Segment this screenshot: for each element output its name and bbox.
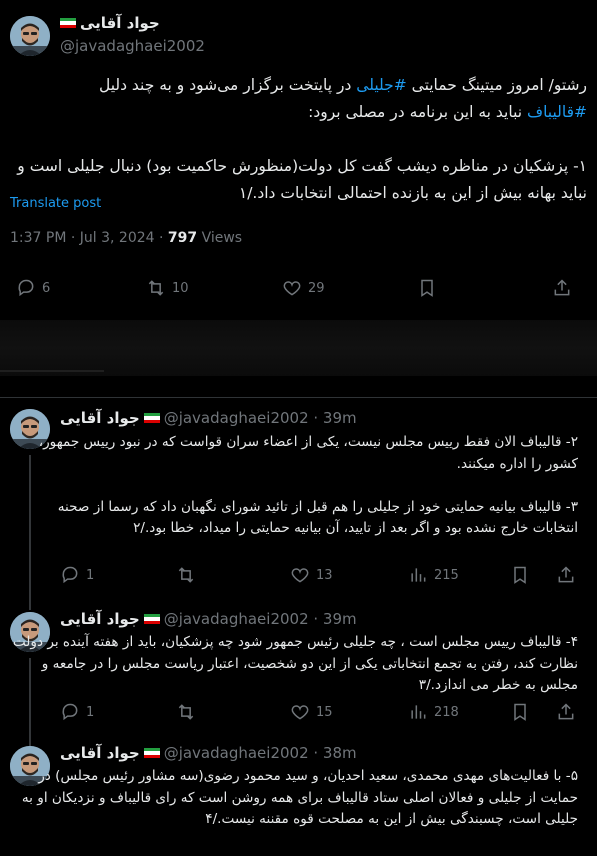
author-handle-time[interactable]: @javadaghaei2002 · 39m [164,610,357,628]
tweet-meta: 1:37 PM · Jul 3, 2024 · 797 Views [10,230,242,246]
author-name[interactable]: جواد آقایی [60,409,140,427]
like-button[interactable]: 29 [282,278,325,298]
share-icon [554,279,570,296]
bookmark-icon [514,703,526,721]
bookmark-button[interactable] [510,702,530,722]
author-handle-time[interactable]: @javadaghaei2002 · 38m [164,744,357,762]
tweet-text-segment: نباید به این برنامه در مصلی برود: ۱- پزش… [17,103,587,202]
author-name[interactable]: جواد آقایی [60,744,140,762]
reply-icon [62,703,78,721]
reply-action-bar: 1 13 215 [0,565,597,589]
retweet-count: 10 [172,280,189,296]
like-count: 29 [308,280,325,296]
main-action-bar: 6 10 29 [0,278,597,302]
composer-underline [0,370,104,372]
share-icon [558,566,574,583]
author-handle-time[interactable]: @javadaghaei2002 · 39m [164,409,357,427]
views-count: 797 [167,230,198,246]
reply-text: ۴- قالیباف رییس مجلس است ، چه جلیلی رئیس… [8,634,578,693]
thread-line [29,602,31,610]
iran-flag-icon [143,412,160,424]
reply-composer-placeholder [0,320,597,376]
reply-tweet[interactable]: جواد آقایی @javadaghaei2002 · 39m ۴- قال… [0,602,597,740]
bookmark-button[interactable] [510,565,530,585]
reply-icon [18,279,34,297]
reply-button[interactable]: 1 [60,702,94,722]
reply-icon [62,566,78,584]
author-handle[interactable]: @javadaghaei2002 [60,37,205,55]
views-count: 215 [434,567,459,583]
heart-icon [283,281,301,296]
reply-count: 1 [86,567,95,583]
retweet-icon [178,567,194,583]
views-count: 218 [434,704,459,720]
reply-button[interactable]: 6 [16,278,50,298]
reply-count: 6 [42,280,51,296]
share-button[interactable] [556,702,576,722]
retweet-button[interactable] [176,565,196,585]
bookmark-button[interactable] [417,278,437,298]
translate-post-link[interactable]: Translate post [10,196,101,211]
retweet-icon [178,704,194,720]
retweet-icon [148,280,164,296]
heart-icon [291,705,309,720]
tweet-text: رشتو/ امروز میتینگ حمایتی #جلیلی در پایت… [10,72,587,207]
avatar-photo-icon [10,16,50,56]
like-button[interactable]: 13 [290,565,333,585]
like-count: 15 [316,704,333,720]
avatar[interactable] [10,16,50,56]
bookmark-icon [514,566,526,584]
analytics-icon [411,705,426,719]
reply-tweet[interactable]: جواد آقایی @javadaghaei2002 · 38m ۵- با … [0,740,597,856]
reply-text: ۵- با فعالیت‌های مهدی محمدی، سعید احدیان… [17,768,578,827]
iran-flag-icon [143,613,160,625]
reply-count: 1 [86,704,95,720]
author-name-row: جواد آقایی [60,14,160,32]
iran-flag-icon [143,747,160,759]
author-name[interactable]: جواد آقایی [80,14,160,32]
author-name-row: جواد آقایی @javadaghaei2002 · 39m [60,610,357,628]
retweet-button[interactable] [176,702,196,722]
analytics-icon [411,568,426,582]
reply-tweet[interactable]: جواد آقایی @javadaghaei2002 · 39m ۲- قال… [0,397,597,602]
share-button[interactable] [552,278,572,298]
hashtag-jalili[interactable]: #جلیلی [356,76,406,94]
author-name-row: جواد آقایی @javadaghaei2002 · 39m [60,409,357,427]
reply-action-bar: 1 15 218 [0,702,597,726]
like-button[interactable]: 15 [290,702,333,722]
share-icon [558,703,574,720]
reply-button[interactable]: 1 [60,565,94,585]
hashtag-ghalibaf[interactable]: #قالیباف [527,103,587,121]
like-count: 13 [316,567,333,583]
iran-flag-icon [60,17,76,29]
author-name-row: جواد آقایی @javadaghaei2002 · 38m [60,744,357,762]
retweet-button[interactable]: 10 [146,278,189,298]
tweet-text-segment: رشتو/ امروز میتینگ حمایتی [406,76,587,94]
timestamp[interactable]: 1:37 PM · Jul 3, 2024 · [10,230,168,246]
share-button[interactable] [556,565,576,585]
author-name[interactable]: جواد آقایی [60,610,140,628]
views-button[interactable]: 218 [408,702,459,722]
views-button[interactable]: 215 [408,565,459,585]
bookmark-icon [421,279,433,297]
views-label: Views [197,230,243,246]
tweet-text-segment: در پایتخت برگزار می‌شود و به چند دلیل [98,76,352,94]
heart-icon [291,568,309,583]
reply-text: ۲- قالیباف الان فقط رییس مجلس نیست، یکی … [38,434,578,536]
